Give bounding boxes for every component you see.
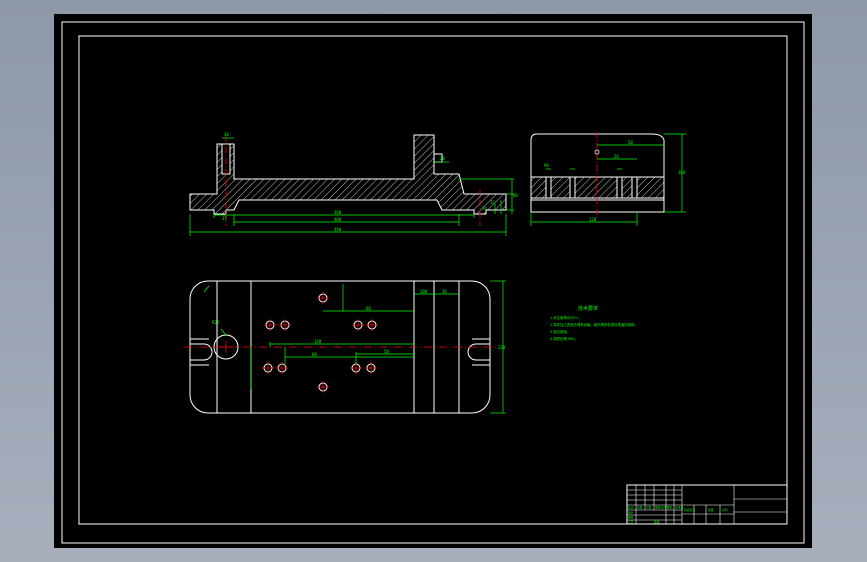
title-block-frame bbox=[626, 484, 788, 525]
notes-title: 技术要求 bbox=[578, 305, 598, 312]
tb-label-4: 签名 bbox=[667, 506, 673, 510]
plan-dim-label-2: 140 bbox=[314, 339, 322, 344]
tb-label-1: 处数 bbox=[637, 506, 643, 510]
tb-label-0: 标记 bbox=[628, 506, 634, 510]
side-dim-label-4: 160 bbox=[678, 170, 686, 175]
outer-frame bbox=[61, 21, 805, 544]
side-dim-label-1: 20 bbox=[614, 154, 619, 159]
notes-line-1: 2.零件加工表面不得有划痕、碰伤等损伤零件表面的缺陷。 bbox=[550, 322, 638, 327]
plan-dim-label-6: 30 bbox=[442, 289, 447, 294]
plan-dim-label-5: 220 bbox=[498, 345, 506, 350]
tb-label-6: 设计 bbox=[628, 511, 634, 515]
notes-line-2: 3.锐边倒钝。 bbox=[550, 329, 570, 334]
side-section-view[interactable]: 50 20 90 120 160 bbox=[530, 132, 686, 226]
front-dim-label-8: 10 bbox=[482, 206, 487, 211]
notes-line-3: 4.调质处理 HRC。 bbox=[550, 336, 578, 341]
front-dim-label-0: 30 bbox=[224, 132, 229, 137]
front-dim-label-3: 440 bbox=[334, 227, 342, 232]
plan-hole-centers bbox=[220, 292, 378, 393]
tb-label-9: 批准 bbox=[654, 520, 660, 524]
plan-dim-label-4: 50 bbox=[384, 349, 389, 354]
tb-label-10: 阶段标记 bbox=[684, 508, 695, 512]
plan-right-u-slot bbox=[467, 343, 490, 361]
front-dim-label-5: 35 bbox=[222, 216, 227, 221]
tb-label-5: 年月日 bbox=[675, 506, 684, 510]
side-dim-label-2: 90 bbox=[544, 163, 549, 168]
plan-dim-label-3: 80 bbox=[312, 352, 317, 357]
notes-line-0: 1.未注倒角均为C1。 bbox=[550, 315, 582, 320]
tb-label-2: 分区 bbox=[646, 506, 652, 510]
tb-label-7: 审核 bbox=[628, 516, 634, 520]
front-dim-label-7: 60 bbox=[513, 193, 518, 198]
tb-label-11: 重量 bbox=[708, 508, 714, 512]
title-block-grid bbox=[627, 485, 787, 524]
plan-left-u-slot bbox=[190, 343, 213, 361]
front-dim-label-6: 15 bbox=[490, 200, 495, 205]
plan-dim-label-0: R25 bbox=[212, 320, 220, 325]
tb-label-12: 比例 bbox=[722, 508, 728, 512]
side-dim-label-3: 120 bbox=[589, 217, 597, 222]
side-dim-label-0: 50 bbox=[628, 140, 633, 145]
inner-frame bbox=[78, 35, 788, 525]
tb-label-8: 工艺 bbox=[628, 520, 634, 524]
front-dim-label-1: 400 bbox=[334, 217, 342, 222]
plan-dim-label-1: 60 bbox=[366, 306, 371, 311]
plan-dim-label-7: 200 bbox=[420, 289, 428, 294]
cad-viewport[interactable]: 30 400 380 440 20 35 15 60 10 50 20 90 1… bbox=[54, 14, 812, 548]
front-dim-label-4: 20 bbox=[440, 156, 445, 161]
title-block[interactable]: 标记 处数 分区 更改文件号 签名 年月日 设计 审核 工艺 批准 阶段标记 重… bbox=[626, 484, 788, 525]
front-section-view[interactable]: 30 400 380 440 20 35 15 60 10 bbox=[189, 132, 518, 236]
technical-notes: 技术要求 1.未注倒角均为C1。 2.零件加工表面不得有划痕、碰伤等损伤零件表面… bbox=[550, 305, 638, 341]
cad-drawing: 30 400 380 440 20 35 15 60 10 50 20 90 1… bbox=[61, 21, 805, 544]
plan-view[interactable]: R25 60 140 80 50 220 30 200 bbox=[184, 280, 506, 414]
front-section-body bbox=[189, 134, 507, 215]
front-dim-label-2: 380 bbox=[334, 210, 342, 215]
